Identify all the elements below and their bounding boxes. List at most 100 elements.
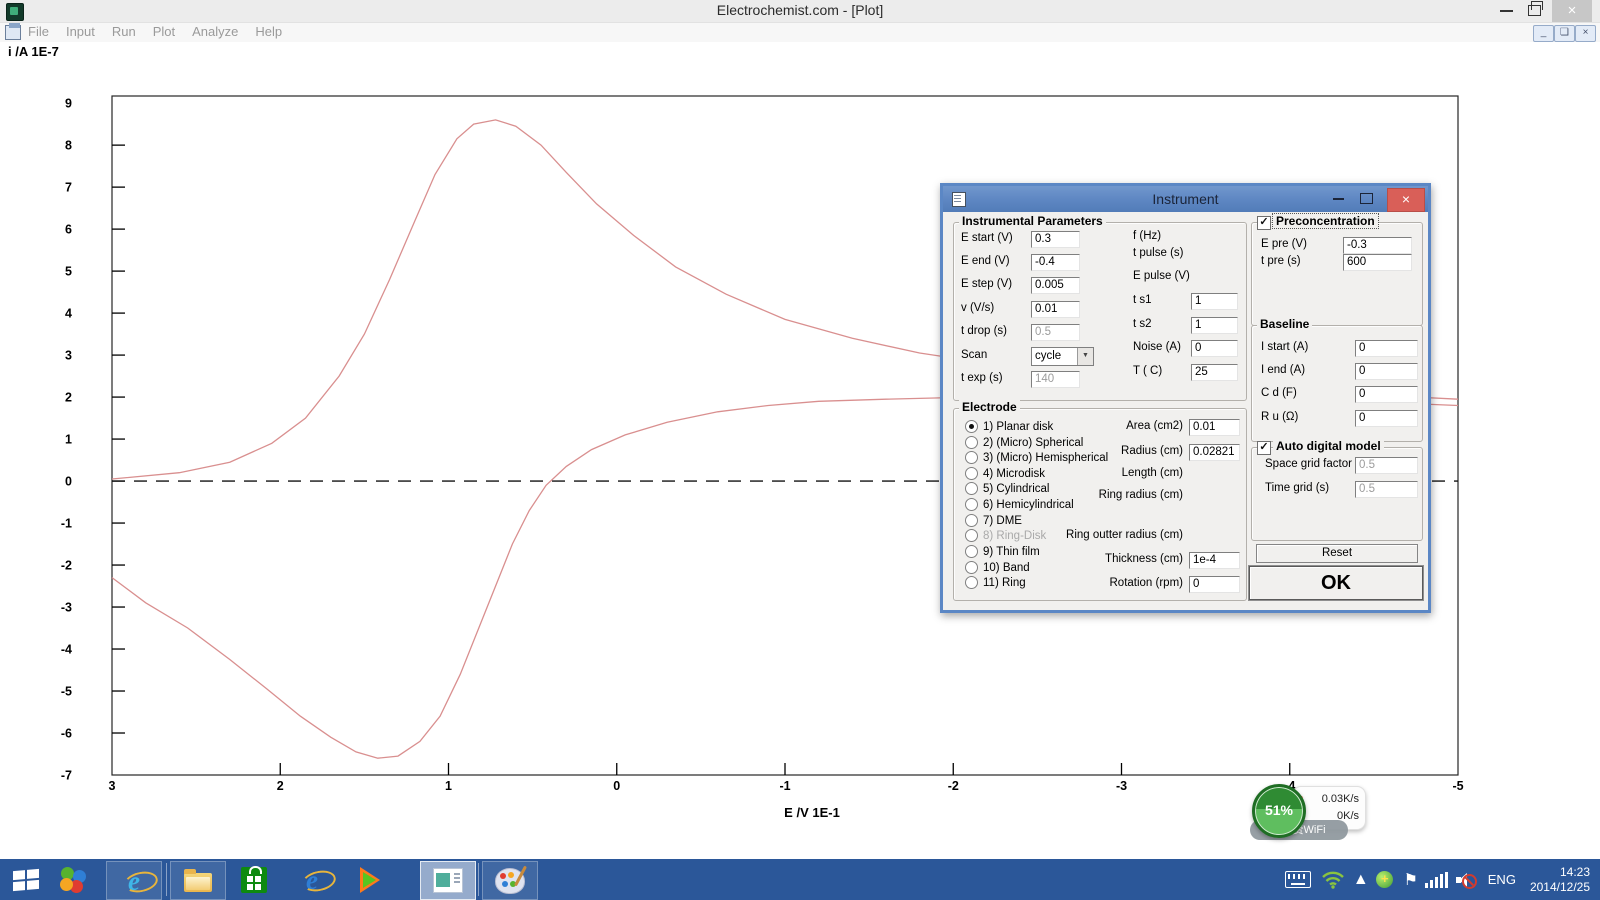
- taskbar-file-explorer-button[interactable]: [170, 861, 226, 900]
- v-v-s-input[interactable]: 0.01: [1031, 301, 1080, 318]
- sogou-icon: [60, 866, 88, 894]
- e-start-v-input[interactable]: 0.3: [1031, 231, 1080, 248]
- taskbar-ie-classic-button[interactable]: e: [290, 861, 334, 898]
- reset-button[interactable]: Reset: [1256, 544, 1418, 563]
- t-pre-s-input[interactable]: 600: [1343, 254, 1412, 271]
- action-center-flag-icon[interactable]: ⚑: [1398, 859, 1424, 900]
- electrode-option-7-dme[interactable]: 7) DME: [965, 514, 1022, 527]
- language-indicator[interactable]: ENG: [1480, 872, 1524, 887]
- electrode-option-label: 11) Ring: [983, 577, 1026, 589]
- security-tray-icon[interactable]: +: [1372, 859, 1398, 900]
- mdi-child-icon[interactable]: [5, 25, 21, 40]
- instrument-dialog: Instrument × Instrumental ParametersE st…: [940, 183, 1431, 613]
- electrode-option-9-thin-film[interactable]: 9) Thin film: [965, 545, 1040, 558]
- electrode-option-11-ring[interactable]: 11) Ring: [965, 576, 1026, 589]
- e-end-v-label: E end (V): [961, 255, 1010, 267]
- menu-item-plot[interactable]: Plot: [153, 24, 175, 39]
- taskbar-video-player-button[interactable]: [348, 861, 392, 898]
- e-step-v-input[interactable]: 0.005: [1031, 277, 1080, 294]
- radio-icon[interactable]: [965, 576, 978, 589]
- menu-item-input[interactable]: Input: [66, 24, 95, 39]
- mdi-minimize-button[interactable]: _: [1533, 25, 1554, 42]
- radio-icon[interactable]: [965, 436, 978, 449]
- e-pre-v-input[interactable]: -0.3: [1343, 237, 1412, 254]
- taskbar-ie-button[interactable]: e: [106, 861, 162, 900]
- i-end-a-input[interactable]: 0: [1355, 363, 1418, 380]
- video-player-icon: [360, 867, 380, 893]
- time-grid-s-input[interactable]: 0.5: [1355, 481, 1418, 498]
- e-end-v-input[interactable]: -0.4: [1031, 254, 1080, 271]
- t-exp-s-input[interactable]: 140: [1031, 371, 1080, 388]
- radio-icon[interactable]: [965, 467, 978, 480]
- clock[interactable]: 14:23 2014/12/25: [1524, 865, 1600, 895]
- auto-digital-model-checkbox[interactable]: ✓: [1257, 441, 1271, 455]
- electrode-option-10-band[interactable]: 10) Band: [965, 561, 1030, 574]
- percent-label: 51%: [1255, 802, 1303, 818]
- taskbar-sogou-button[interactable]: [52, 861, 96, 898]
- y-tick-label: -6: [61, 727, 72, 741]
- radio-icon[interactable]: [965, 451, 978, 464]
- electrode-option-5-cylindrical[interactable]: 5) Cylindrical: [965, 482, 1049, 495]
- desktop: Electrochemist.com - [Plot] × FileInputR…: [0, 0, 1600, 900]
- ok-button[interactable]: OK: [1249, 566, 1423, 600]
- radius-cm-input[interactable]: 0.02821: [1189, 444, 1240, 461]
- radio-icon[interactable]: [965, 420, 978, 433]
- taskbar-store-button[interactable]: [232, 861, 276, 898]
- net-guard-ball[interactable]: 51%: [1252, 784, 1306, 838]
- t-c-input[interactable]: 25: [1191, 364, 1238, 381]
- menu-item-analyze[interactable]: Analyze: [192, 24, 238, 39]
- taskbar-paint-button[interactable]: [482, 861, 538, 900]
- radio-icon[interactable]: [965, 482, 978, 495]
- menu-item-file[interactable]: File: [28, 24, 49, 39]
- upload-speed: 0.03K/s: [1322, 793, 1359, 805]
- electrode-option-label: 9) Thin film: [983, 546, 1040, 558]
- i-start-a-input[interactable]: 0: [1355, 340, 1418, 357]
- t-c-label: T ( C): [1133, 365, 1162, 377]
- electrode-option-label: 8) Ring-Disk: [983, 530, 1046, 542]
- close-button[interactable]: ×: [1552, 0, 1592, 22]
- preconcentration-checkbox[interactable]: ✓: [1257, 216, 1271, 230]
- length-cm-label: Length (cm): [1039, 467, 1183, 479]
- volume-muted-icon[interactable]: [1450, 859, 1480, 900]
- touch-keyboard-icon[interactable]: [1280, 859, 1316, 900]
- electrode-option-4-microdisk[interactable]: 4) Microdisk: [965, 467, 1045, 480]
- start-button[interactable]: [4, 861, 48, 898]
- y-tick-label: -5: [61, 685, 72, 699]
- electrode-option-8-ring-disk[interactable]: 8) Ring-Disk: [965, 529, 1046, 542]
- t-s1-input[interactable]: 1: [1191, 293, 1238, 310]
- show-hidden-icons-chevron[interactable]: ▲: [1350, 859, 1372, 900]
- dropdown-arrow-icon[interactable]: ▼: [1077, 348, 1093, 365]
- r-u-input[interactable]: 0: [1355, 410, 1418, 427]
- y-tick-label: 2: [65, 391, 72, 405]
- radio-icon[interactable]: [965, 545, 978, 558]
- mdi-restore-button[interactable]: ❏: [1554, 25, 1575, 42]
- c-d-f-input[interactable]: 0: [1355, 386, 1418, 403]
- electrode-option-label: 7) DME: [983, 515, 1022, 527]
- radio-icon[interactable]: [965, 514, 978, 527]
- radio-icon[interactable]: [965, 498, 978, 511]
- network-signal-icon[interactable]: [1424, 859, 1450, 900]
- file-explorer-icon: [184, 873, 212, 892]
- wifi-icon[interactable]: [1316, 859, 1350, 900]
- y-tick-label: 6: [65, 223, 72, 237]
- dialog-canvas: Instrumental ParametersE start (V)0.3E e…: [943, 186, 1428, 610]
- menu-item-help[interactable]: Help: [255, 24, 282, 39]
- radio-icon[interactable]: [965, 561, 978, 574]
- radio-icon[interactable]: [965, 529, 978, 542]
- t-s2-input[interactable]: 1: [1191, 317, 1238, 334]
- ring-radius-cm-label: Ring radius (cm): [1039, 489, 1183, 501]
- scan-combobox[interactable]: cycle▼: [1031, 347, 1094, 366]
- thickness-cm-input[interactable]: 1e-4: [1189, 552, 1240, 569]
- dialog-body: Instrumental ParametersE start (V)0.3E e…: [943, 212, 1428, 610]
- space-grid-factor-input[interactable]: 0.5: [1355, 457, 1418, 474]
- noise-a-input[interactable]: 0: [1191, 340, 1238, 357]
- x-axis-title: E /V 1E-1: [752, 805, 872, 820]
- mdi-close-button[interactable]: ×: [1575, 25, 1596, 42]
- area-cm2-input[interactable]: 0.01: [1189, 419, 1240, 436]
- restore-button[interactable]: [1528, 5, 1541, 16]
- taskbar-electrochemist-button[interactable]: [420, 861, 476, 900]
- menu-item-run[interactable]: Run: [112, 24, 136, 39]
- rotation-rpm-input[interactable]: 0: [1189, 576, 1240, 593]
- minimize-button[interactable]: [1500, 10, 1513, 12]
- t-drop-s-input[interactable]: 0.5: [1031, 324, 1080, 341]
